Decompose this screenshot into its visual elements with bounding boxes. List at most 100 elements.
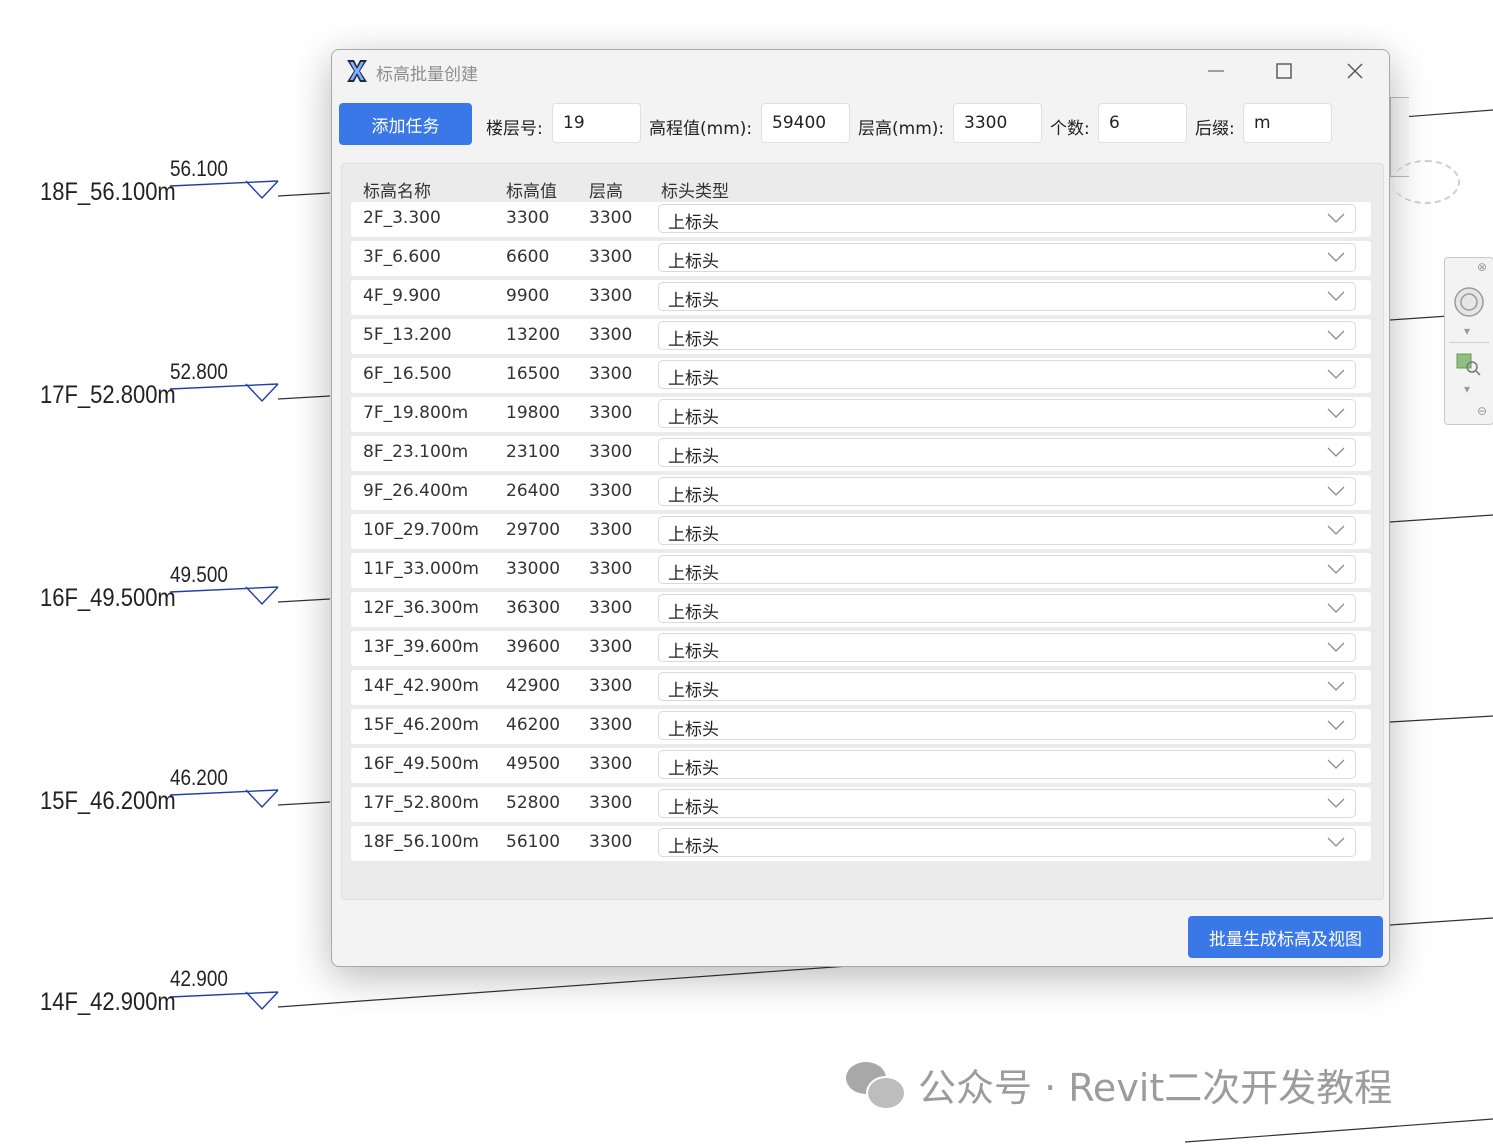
table-row[interactable]: 8F_23.100m 23100 3300 上标头 (351, 436, 1371, 471)
table-row[interactable]: 3F_6.600 6600 3300 上标头 (351, 241, 1371, 276)
level-name-cell: 5F_13.200 (363, 325, 452, 345)
table-row[interactable]: 9F_26.400m 26400 3300 上标头 (351, 475, 1371, 510)
floor-height-cell: 3300 (589, 598, 633, 618)
head-type-select[interactable]: 上标头 (658, 711, 1356, 740)
level-line (277, 965, 849, 1008)
head-type-select[interactable]: 上标头 (658, 243, 1356, 272)
head-type-select[interactable]: 上标头 (658, 321, 1356, 350)
watermark: 公众号 · Revit二次开发教程 (846, 1058, 1392, 1110)
head-type-value: 上标头 (668, 837, 719, 857)
level-elevation-label: 42.900 (170, 966, 228, 991)
elevation-cell: 13200 (506, 325, 561, 345)
elevation-cell: 3300 (506, 208, 550, 228)
close-icon[interactable]: ⊗ (1477, 260, 1487, 274)
title-bar[interactable]: 标高批量创建 (332, 50, 1389, 92)
head-type-value: 上标头 (668, 369, 719, 389)
head-type-select[interactable]: 上标头 (658, 399, 1356, 428)
head-type-select[interactable]: 上标头 (658, 360, 1356, 389)
zoom-region-icon[interactable] (1455, 352, 1481, 376)
table-row[interactable]: 15F_46.200m 46200 3300 上标头 (351, 709, 1371, 744)
chevron-down-icon[interactable]: ▾ (1464, 324, 1470, 338)
elevation-cell: 56100 (506, 832, 561, 852)
minimize-button[interactable] (1196, 56, 1236, 86)
chevron-down-icon (1327, 759, 1345, 769)
head-type-select[interactable]: 上标头 (658, 594, 1356, 623)
floor-height-cell: 3300 (589, 520, 633, 540)
elevation-cell: 36300 (506, 598, 561, 618)
level-line (277, 395, 331, 400)
floor-height-cell: 3300 (589, 364, 633, 384)
table-row[interactable]: 4F_9.900 9900 3300 上标头 (351, 280, 1371, 315)
chevron-down-icon[interactable]: ▾ (1464, 382, 1470, 396)
floor-height-label: 层高(mm): (858, 119, 945, 139)
close-button[interactable] (1335, 56, 1375, 86)
head-type-select[interactable]: 上标头 (658, 204, 1356, 233)
level-elevation-label: 49.500 (170, 562, 228, 587)
head-type-select[interactable]: 上标头 (658, 438, 1356, 467)
chevron-down-icon (1327, 213, 1345, 223)
table-row[interactable]: 6F_16.500 16500 3300 上标头 (351, 358, 1371, 393)
steering-wheel-icon[interactable] (1453, 286, 1485, 318)
options-icon[interactable]: ⊖ (1477, 404, 1487, 418)
chevron-down-icon (1327, 798, 1345, 808)
head-type-select[interactable]: 上标头 (658, 750, 1356, 779)
level-line (1184, 1118, 1493, 1143)
table-row[interactable]: 16F_49.500m 49500 3300 上标头 (351, 748, 1371, 783)
table-row[interactable]: 17F_52.800m 52800 3300 上标头 (351, 787, 1371, 822)
level-elevation-label: 56.100 (170, 156, 228, 181)
head-type-value: 上标头 (668, 525, 719, 545)
floor-number-input[interactable] (552, 103, 641, 143)
chevron-down-icon (1327, 564, 1345, 574)
elevation-cell: 33000 (506, 559, 561, 579)
head-type-value: 上标头 (668, 603, 719, 623)
floor-height-cell: 3300 (589, 832, 633, 852)
head-type-select[interactable]: 上标头 (658, 789, 1356, 818)
head-type-value: 上标头 (668, 330, 719, 350)
head-type-value: 上标头 (668, 447, 719, 467)
add-task-button[interactable]: 添加任务 (339, 103, 472, 145)
batch-generate-button[interactable]: 批量生成标高及视图 (1188, 916, 1383, 958)
floor-height-input[interactable] (953, 103, 1042, 143)
table-row[interactable]: 12F_36.300m 36300 3300 上标头 (351, 592, 1371, 627)
head-type-value: 上标头 (668, 759, 719, 779)
table-row[interactable]: 18F_56.100m 56100 3300 上标头 (351, 826, 1371, 861)
head-type-select[interactable]: 上标头 (658, 633, 1356, 662)
maximize-button[interactable] (1264, 56, 1304, 86)
head-type-select[interactable]: 上标头 (658, 477, 1356, 506)
minimize-icon (1208, 70, 1224, 72)
level-elevation-label: 46.200 (170, 765, 228, 790)
column-header-head-type: 标头类型 (661, 182, 729, 202)
table-row[interactable]: 11F_33.000m 33000 3300 上标头 (351, 553, 1371, 588)
table-row[interactable]: 13F_39.600m 39600 3300 上标头 (351, 631, 1371, 666)
head-type-select[interactable]: 上标头 (658, 282, 1356, 311)
head-type-value: 上标头 (668, 291, 719, 311)
elevation-cell: 49500 (506, 754, 561, 774)
head-type-select[interactable]: 上标头 (658, 555, 1356, 584)
task-toolbar: 添加任务 楼层号: 高程值(mm): 层高(mm): 个数: 后缀: (339, 103, 1339, 145)
elevation-cell: 29700 (506, 520, 561, 540)
level-name-cell: 13F_39.600m (363, 637, 479, 657)
head-type-select[interactable]: 上标头 (658, 516, 1356, 545)
elevation-input[interactable] (761, 103, 850, 143)
head-type-value: 上标头 (668, 252, 719, 272)
level-line (1389, 917, 1493, 926)
window-title: 标高批量创建 (376, 65, 478, 85)
navigation-bar[interactable]: ⊗ ▾ ▾ ⊖ (1444, 257, 1493, 425)
level-table: 标高名称 标高值 层高 标头类型 2F_3.300 3300 3300 上标头 3F_6… (341, 163, 1384, 900)
table-row[interactable]: 14F_42.900m 42900 3300 上标头 (351, 670, 1371, 705)
head-type-select[interactable]: 上标头 (658, 672, 1356, 701)
floor-height-cell: 3300 (589, 793, 633, 813)
count-label: 个数: (1050, 119, 1090, 139)
level-name-label: 16F_49.500m (40, 584, 176, 612)
head-type-select[interactable]: 上标头 (658, 828, 1356, 857)
table-row[interactable]: 7F_19.800m 19800 3300 上标头 (351, 397, 1371, 432)
suffix-input[interactable] (1243, 103, 1332, 143)
table-row[interactable]: 10F_29.700m 29700 3300 上标头 (351, 514, 1371, 549)
chevron-down-icon (1327, 525, 1345, 535)
level-name-cell: 15F_46.200m (363, 715, 479, 735)
table-row[interactable]: 5F_13.200 13200 3300 上标头 (351, 319, 1371, 354)
floor-height-cell: 3300 (589, 247, 633, 267)
table-row[interactable]: 2F_3.300 3300 3300 上标头 (351, 202, 1371, 237)
floor-height-cell: 3300 (589, 637, 633, 657)
count-input[interactable] (1098, 103, 1187, 143)
